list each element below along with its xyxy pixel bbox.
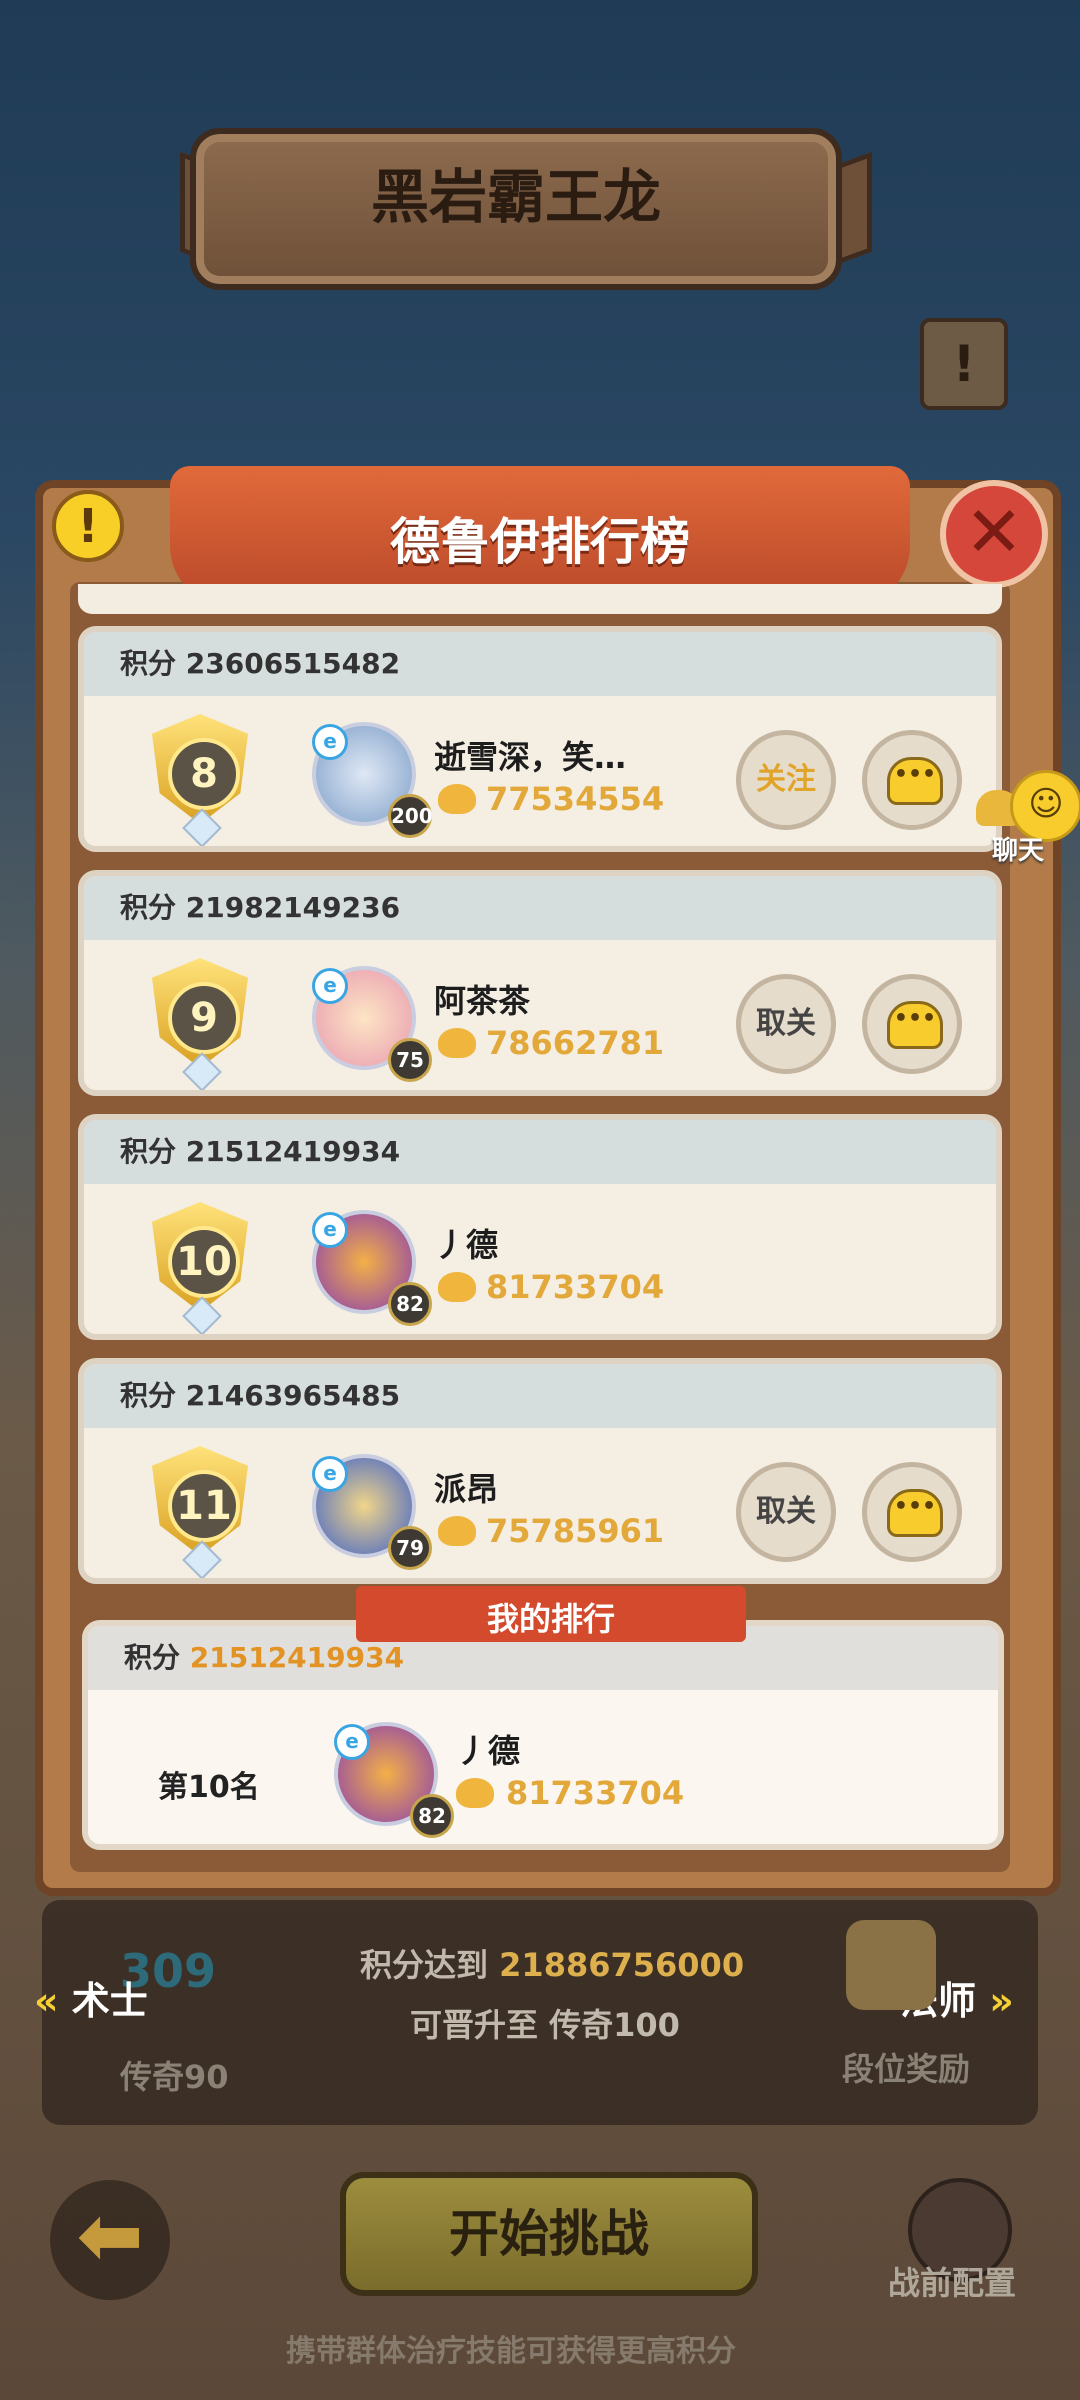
exclamation-icon[interactable]: ! <box>52 490 124 562</box>
avatar[interactable]: e 79 <box>312 1454 432 1570</box>
double-chevron-left-icon: « <box>34 1979 59 2023</box>
avatar[interactable]: e 200 <box>312 722 433 838</box>
strength-icon <box>438 784 476 814</box>
strength-icon <box>438 1272 476 1302</box>
player-name: 阿茶茶 <box>434 982 531 1020</box>
leaderboard-title: 德鲁伊排行榜 <box>390 513 690 571</box>
avatar[interactable]: e 75 <box>312 966 432 1082</box>
level-badge: 79 <box>388 1526 432 1570</box>
score-target-value: 21886756000 <box>499 1946 745 1984</box>
prev-class-button[interactable]: « 术士 <box>34 1970 148 2025</box>
entry-score-row: 积分 21512419934 <box>84 1120 996 1184</box>
chat-label[interactable]: 聊天 <box>992 830 1044 867</box>
my-score-label: 积分 <box>124 1641 181 1674</box>
my-power: 81733704 <box>506 1774 685 1812</box>
rank-number: 10 <box>168 1226 240 1298</box>
score-value: 23606515482 <box>185 647 401 680</box>
power-value: 78662781 <box>486 1024 665 1062</box>
my-score-value: 21512419934 <box>189 1641 405 1674</box>
current-rank-label: 传奇90 <box>120 2058 229 2096</box>
power-value: 81733704 <box>486 1268 665 1306</box>
score-target-prefix: 积分达到 <box>360 1946 489 1984</box>
unfollow-button[interactable]: 取关 <box>736 1462 836 1562</box>
start-challenge-button[interactable]: 开始挑战 <box>340 2172 758 2296</box>
power-value: 75785961 <box>486 1512 665 1550</box>
player-name: 逝雪深，笑… <box>434 738 627 776</box>
my-avatar[interactable]: e 82 <box>334 1722 454 1838</box>
leaderboard-entry: 积分 21982149236 9 e 75 阿茶茶 78662781 取关 ••… <box>78 870 1002 1096</box>
double-chevron-right-icon: » <box>989 1979 1014 2023</box>
rank-badge: 10 <box>138 1202 262 1334</box>
promote-text: 可晋升至 传奇100 <box>410 2006 680 2044</box>
strength-icon <box>438 1516 476 1546</box>
chat-button[interactable]: ••• <box>862 974 962 1074</box>
power-value: 77534554 <box>486 780 665 818</box>
level-badge: 75 <box>388 1038 432 1082</box>
leaderboard-entry: 积分 23606515482 8 e 200 逝雪深，笑… 77534554 关… <box>78 626 1002 852</box>
my-rank-card: 积分 21512419934 第10名 e 82 丿德 81733704 <box>82 1620 1004 1850</box>
entry-score-row: 积分 21982149236 <box>84 876 996 940</box>
score-value: 21463965485 <box>185 1379 401 1412</box>
my-name: 丿德 <box>456 1732 521 1770</box>
score-value: 21982149236 <box>185 891 401 924</box>
unfollow-button[interactable]: 取关 <box>736 974 836 1074</box>
score-label: 积分 <box>120 647 177 680</box>
avatar[interactable]: e 82 <box>312 1210 432 1326</box>
chat-bubble-icon: ••• <box>887 757 943 805</box>
chat-bubble-icon: ••• <box>887 1489 943 1537</box>
score-label: 积分 <box>120 891 177 924</box>
level-badge: 200 <box>388 794 433 838</box>
boss-name: 黑岩霸王龙 <box>370 163 661 231</box>
rank-reward-icon[interactable] <box>846 1920 936 2010</box>
strength-icon <box>456 1778 494 1808</box>
score-value: 21512419934 <box>185 1135 401 1168</box>
platform-icon: e <box>312 968 348 1004</box>
player-name: 丿德 <box>434 1226 499 1264</box>
platform-icon: e <box>312 1456 348 1492</box>
close-icon[interactable]: ✕ <box>940 480 1048 588</box>
previous-entry-edge <box>78 584 1002 614</box>
strength-icon <box>438 1028 476 1058</box>
rank-number: 11 <box>168 1470 240 1542</box>
chat-button[interactable]: ••• <box>862 1462 962 1562</box>
rank-badge: 8 <box>138 714 262 846</box>
platform-icon: e <box>334 1724 370 1760</box>
pre-battle-config-label[interactable]: 战前配置 <box>888 2258 1016 2304</box>
my-rank-text: 第10名 <box>158 1770 260 1805</box>
platform-icon: e <box>312 724 348 760</box>
prev-class-label: 术士 <box>71 1979 148 2023</box>
level-badge: 82 <box>388 1282 432 1326</box>
rank-badge: 9 <box>138 958 262 1090</box>
chat-button[interactable]: ••• <box>862 730 962 830</box>
chat-bubble-icon: ••• <box>887 1001 943 1049</box>
hint-text: 携带群体治疗技能可获得更高积分 <box>286 2334 736 2369</box>
my-level-badge: 82 <box>410 1794 454 1838</box>
leaderboard-entry: 积分 21512419934 10 e 82 丿德 81733704 <box>78 1114 1002 1340</box>
rank-number: 8 <box>168 738 240 810</box>
platform-icon: e <box>312 1212 348 1248</box>
back-arrow-icon[interactable]: ⬅ <box>50 2180 170 2300</box>
score-target-line: 积分达到 21886756000 <box>360 1940 744 1986</box>
info-pillar-icon[interactable]: ! <box>920 318 1008 410</box>
rank-reward-label[interactable]: 段位奖励 <box>842 2044 970 2090</box>
entry-score-row: 积分 21463965485 <box>84 1364 996 1428</box>
score-label: 积分 <box>120 1379 177 1412</box>
follow-button[interactable]: 关注 <box>736 730 836 830</box>
leaderboard-entry: 积分 21463965485 11 e 79 派昂 75785961 取关 ••… <box>78 1358 1002 1584</box>
entry-score-row: 积分 23606515482 <box>84 632 996 696</box>
my-rank-title: 我的排行 <box>486 1600 615 1638</box>
score-label: 积分 <box>120 1135 177 1168</box>
rank-number: 9 <box>168 982 240 1054</box>
player-name: 派昂 <box>434 1470 499 1508</box>
rank-badge: 11 <box>138 1446 262 1578</box>
